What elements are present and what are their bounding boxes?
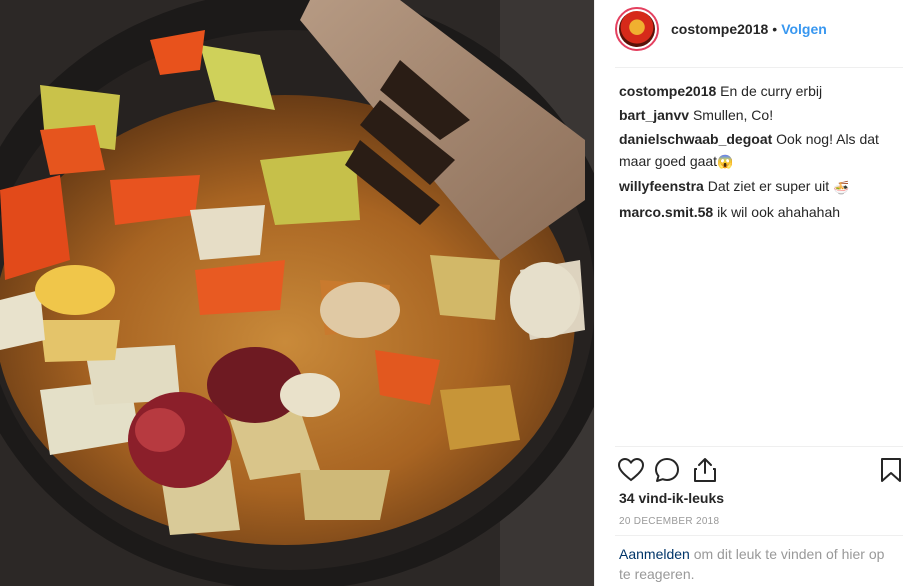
comment-button[interactable] [653, 456, 681, 484]
comment-username[interactable]: costompe2018 [619, 83, 716, 99]
comment-icon [655, 458, 679, 482]
comment-item: marco.smit.58 ik wil ook ahahahah [619, 201, 909, 223]
like-button[interactable] [617, 456, 645, 484]
login-prompt: Aanmelden om dit leuk te vinden of hier … [619, 544, 889, 584]
bookmark-icon [881, 458, 901, 482]
noodle-bowl-emoji-icon: 🍜 [833, 179, 850, 195]
header-divider [615, 67, 903, 68]
comment-username[interactable]: willyfeenstra [619, 178, 704, 194]
follow-button[interactable]: Volgen [781, 21, 827, 37]
comment-username[interactable]: marco.smit.58 [619, 204, 713, 220]
comment-item: willyfeenstra Dat ziet er super uit 🍜 [619, 175, 909, 198]
share-icon [694, 458, 716, 482]
comment-text: En de curry erbij [720, 83, 823, 99]
actions-divider [615, 446, 903, 447]
header-separator: • [772, 21, 778, 37]
post-photo[interactable] [0, 0, 594, 586]
comment-text: Smullen, Co! [692, 107, 774, 123]
curry-pan-image [0, 0, 594, 586]
avatar[interactable] [615, 7, 659, 51]
comment-username[interactable]: danielschwaab_degoat [619, 131, 772, 147]
comment-text: ik wil ook ahahahah [717, 203, 841, 220]
save-button[interactable] [877, 456, 905, 484]
login-link[interactable]: Aanmelden [619, 546, 690, 562]
scream-emoji-icon: 😱 [717, 154, 734, 170]
comment-item: bart_janvv Smullen, Co! [619, 104, 909, 126]
comment-list: costompe2018 En de curry erbij bart_janv… [619, 80, 909, 225]
comment-item: costompe2018 En de curry erbij [619, 80, 909, 102]
login-divider [615, 535, 903, 536]
header-username[interactable]: costompe2018 [671, 21, 768, 37]
comment-item: danielschwaab_degoat Ook nog! Als dat ma… [619, 128, 909, 173]
comment-text: Dat ziet er super uit [707, 178, 830, 195]
action-bar [617, 456, 909, 486]
post-sidebar: costompe2018 • Volgen costompe2018 En de… [594, 0, 919, 586]
share-button[interactable] [691, 456, 719, 484]
like-count[interactable]: 34 vind-ik-leuks [619, 490, 724, 506]
post-header: costompe2018 • Volgen [615, 6, 905, 52]
post-date: 20 DECEMBER 2018 [619, 516, 720, 527]
comment-username[interactable]: bart_janvv [619, 107, 689, 123]
heart-icon [618, 458, 644, 482]
